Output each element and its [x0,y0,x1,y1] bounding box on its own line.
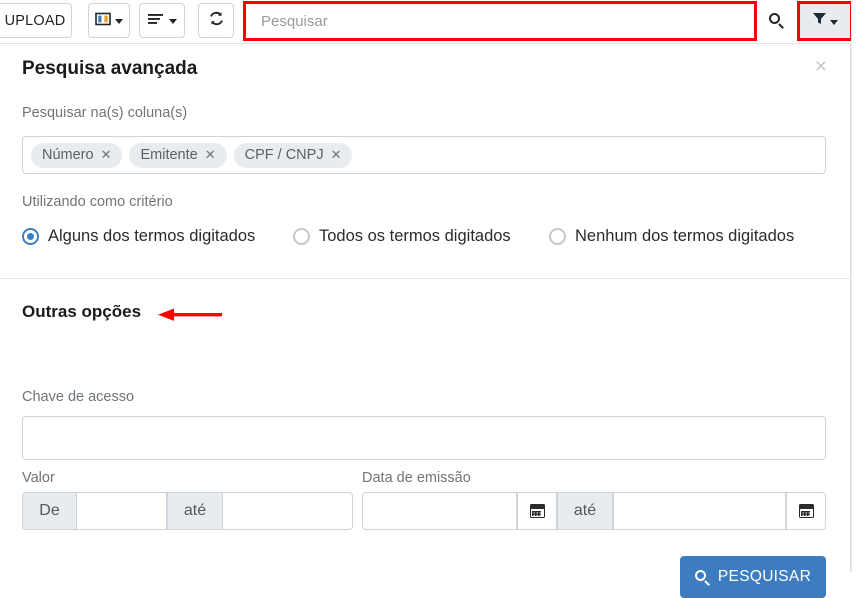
radio-todos-os-termos[interactable]: Todos os termos digitados [293,227,511,246]
chip-numero[interactable]: Número ✕ [31,142,123,168]
chave-de-acesso-label: Chave de acesso [22,389,135,405]
search-input[interactable] [246,4,754,38]
chip-label: CPF / CNPJ [244,147,324,163]
data-de-emissao-label: Data de emissão [362,470,471,486]
criteria-label: Utilizando como critério [22,194,173,210]
refresh-button[interactable] [198,3,234,38]
pesquisar-button-label: PESQUISAR [717,568,812,585]
filter-button-highlight [797,1,853,41]
chip-emitente[interactable]: Emitente ✕ [129,142,227,168]
valor-until-input[interactable] [223,492,353,530]
columns-field-label: Pesquisar na(s) coluna(s) [22,105,188,121]
radio-alguns-dos-termos[interactable]: Alguns dos termos digitados [22,227,255,246]
upload-button-label: UPLOAD [4,12,66,29]
search-submit-icon-button[interactable] [760,3,793,38]
calendar-icon [798,504,814,518]
close-icon[interactable]: × [815,56,827,77]
chip-label: Emitente [140,147,198,163]
chip-remove-icon[interactable]: ✕ [101,147,112,163]
chevron-down-icon [115,19,123,24]
other-options-title: Outras opções [22,302,142,321]
filter-dropdown-button[interactable] [800,4,850,38]
data-until-input[interactable] [613,492,786,530]
search-input-highlight [243,1,757,41]
chip-label: Número [42,147,94,163]
radio-label: Todos os termos digitados [319,227,511,245]
data-emissao-range-group: até [362,492,826,530]
valor-label: Valor [22,470,55,486]
chip-remove-icon[interactable]: ✕ [331,147,342,163]
data-from-calendar-button[interactable] [517,492,557,530]
refresh-icon [208,10,225,31]
valor-from-input[interactable] [77,492,167,530]
radio-indicator-selected[interactable] [22,228,39,245]
calendar-icon [529,504,545,518]
data-until-calendar-button[interactable] [786,492,826,530]
scrollbar-thumb[interactable] [853,46,862,166]
chevron-down-icon [169,19,177,24]
radio-label: Nenhum dos termos digitados [575,227,795,245]
search-icon [769,13,784,29]
list-lines-icon [147,12,165,30]
valor-until-addon: até [167,492,223,530]
pesquisar-submit-button[interactable]: PESQUISAR [680,556,826,598]
radio-label: Alguns dos termos digitados [48,227,256,245]
upload-button[interactable]: UPLOAD [0,3,72,38]
vertical-scrollbar[interactable] [851,0,863,572]
left-pointing-red-arrow-icon [158,308,222,322]
advanced-search-panel: Pesquisa avançada × Pesquisar na(s) colu… [0,44,851,598]
chave-de-acesso-input[interactable] [22,416,826,460]
data-from-input[interactable] [362,492,517,530]
radio-indicator[interactable] [293,228,310,245]
top-toolbar: UPLOAD [0,0,863,44]
chevron-down-icon [830,19,838,25]
chip-cpf-cnpj[interactable]: CPF / CNPJ ✕ [233,142,353,168]
data-until-addon: até [557,492,613,530]
radio-nenhum-dos-termos[interactable]: Nenhum dos termos digitados [549,227,794,246]
columns-icon [95,11,111,30]
valor-range-group: De até [22,492,353,530]
filter-funnel-icon [812,11,827,31]
valor-from-addon: De [22,492,77,530]
columns-dropdown-button[interactable] [88,3,130,38]
list-dropdown-button[interactable] [139,3,185,38]
panel-title: Pesquisa avançada [22,58,198,79]
section-divider [0,278,851,279]
columns-chips-input[interactable]: Número ✕ Emitente ✕ CPF / CNPJ ✕ [22,136,826,174]
radio-indicator[interactable] [549,228,566,245]
chip-remove-icon[interactable]: ✕ [205,147,216,163]
